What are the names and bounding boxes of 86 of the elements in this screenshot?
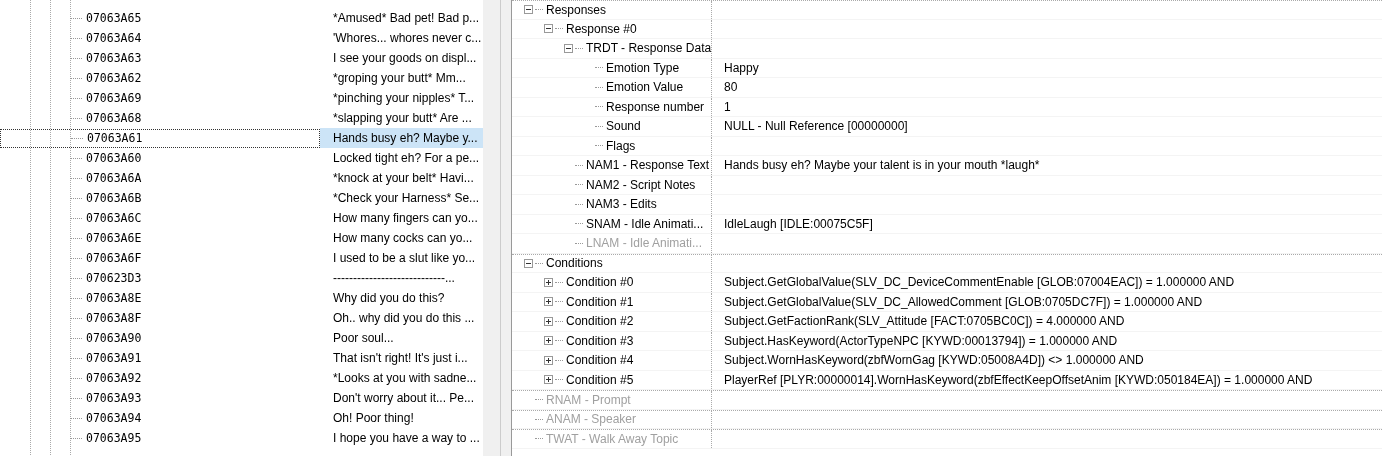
response-text-cell[interactable]: *pinching your nipples* T... — [320, 88, 483, 108]
field-label[interactable]: Response #0 — [566, 21, 637, 36]
field-label[interactable]: Sound — [606, 119, 641, 134]
field-value: Subject.GetFactionRank(SLV_Attitude [FACT:0705BC0C]) = 4.000000 AND — [724, 314, 1125, 329]
record-id-cell[interactable]: 07063A62 — [0, 68, 320, 88]
response-text-cell[interactable]: Oh! Poor thing! — [320, 408, 483, 428]
record-id-cell[interactable]: 07063A6B — [0, 188, 320, 208]
field-label[interactable]: NAM3 - Edits — [586, 197, 657, 212]
record-id-cell[interactable]: 07063A6E — [0, 228, 320, 248]
scrollbar[interactable] — [483, 0, 500, 456]
field-value: Subject.GetGlobalValue(SLV_DC_DeviceCommentEnable [GLOB:07004EAC]) = 1.000000 AND — [724, 275, 1235, 290]
response-text-cell[interactable]: Hands busy eh? Maybe y... — [320, 128, 483, 148]
field-value: 1 — [724, 99, 731, 114]
record-id-cell[interactable]: 07063A65 — [0, 8, 320, 28]
record-id-cell[interactable]: 07063A61 — [0, 128, 320, 148]
response-text-cell[interactable]: Don't worry about it... Pe... — [320, 388, 483, 408]
response-text-cell[interactable]: *Looks at you with sadne... — [320, 368, 483, 388]
response-text-cell[interactable]: Locked tight eh? For a pe... — [320, 148, 483, 168]
field-value: Subject.HasKeyword(ActorTypeNPC [KYWD:00013794]) = 1.000000 AND — [724, 333, 1118, 348]
record-id-cell[interactable]: 07063A6F — [0, 248, 320, 268]
response-text-cell[interactable]: That isn't right! It's just i... — [320, 348, 483, 368]
field-label[interactable]: Response number — [606, 99, 705, 114]
field-label[interactable]: SNAM - Idle Animati... — [586, 216, 704, 231]
expand-icon[interactable] — [544, 297, 553, 307]
collapse-icon[interactable] — [524, 258, 533, 268]
field-label[interactable]: Condition #4 — [566, 353, 634, 368]
field-value: Subject.WornHasKeyword(zbfWornGag [KYWD:05008A4D]) <> 1.000000 AND — [724, 353, 1144, 368]
response-text-cell[interactable]: How many cocks can yo... — [320, 228, 483, 248]
record-id-cell[interactable]: 07063A60 — [0, 148, 320, 168]
field-value: PlayerRef [PLYR:00000014].WornHasKeyword(zbfEffectKeepOffsetAnim [KYWD:050184EA]) = 1.000000 AND — [724, 372, 1313, 387]
field-label[interactable]: Condition #5 — [566, 372, 634, 387]
field-label[interactable]: Condition #3 — [566, 333, 634, 348]
record-id-cell[interactable]: 07063A8F — [0, 308, 320, 328]
field-value: Subject.GetGlobalValue(SLV_DC_AllowedComment [GLOB:0705DC7F]) = 1.000000 AND — [724, 294, 1203, 309]
record-id-cell[interactable]: 07063A93 — [0, 388, 320, 408]
record-id-cell[interactable]: 07063A64 — [0, 28, 320, 48]
response-text-cell[interactable]: How many fingers can yo... — [320, 208, 483, 228]
field-value: Hands busy eh? Maybe your talent is in your mouth *laugh* — [724, 158, 1040, 173]
response-text-cell[interactable]: I used to be a slut like yo... — [320, 248, 483, 268]
record-id-cell[interactable]: 07063A91 — [0, 348, 320, 368]
response-text-cell[interactable]: Why did you do this? — [320, 288, 483, 308]
record-id-cell[interactable]: 07063A8E — [0, 288, 320, 308]
expand-icon[interactable] — [544, 355, 553, 365]
field-label[interactable]: Condition #1 — [566, 294, 634, 309]
response-text-cell[interactable]: I see your goods on displ... — [320, 48, 483, 68]
record-id-cell[interactable]: 070623D3 — [0, 268, 320, 288]
field-label[interactable]: NAM2 - Script Notes — [586, 177, 696, 192]
field-label[interactable]: Flags — [606, 138, 636, 153]
record-id-cell[interactable]: 07063A63 — [0, 48, 320, 68]
field-label[interactable]: TRDT - Response Data — [586, 41, 711, 56]
response-text-cell[interactable]: 'Whores... whores never c... — [320, 28, 483, 48]
record-id-cell[interactable]: 07063A68 — [0, 108, 320, 128]
field-value: IdleLaugh [IDLE:00075C5F] — [724, 216, 873, 231]
response-text-cell[interactable]: *knock at your belt* Havi... — [320, 168, 483, 188]
response-text-cell[interactable]: ----------------------------... — [320, 268, 483, 288]
field-label[interactable]: Responses — [546, 2, 607, 17]
collapse-icon[interactable] — [564, 43, 573, 53]
response-text-cell[interactable]: Oh.. why did you do this ... — [320, 308, 483, 328]
collapse-icon[interactable] — [524, 5, 533, 15]
record-id-cell[interactable]: 07063A6A — [0, 168, 320, 188]
record-id-cell[interactable]: 07063A94 — [0, 408, 320, 428]
response-text-cell[interactable]: *slapping your butt* Are ... — [320, 108, 483, 128]
expand-icon[interactable] — [544, 277, 553, 287]
collapse-icon[interactable] — [544, 24, 553, 34]
field-label[interactable]: Condition #0 — [566, 275, 634, 290]
record-id-cell[interactable]: 07063A90 — [0, 328, 320, 348]
expand-icon[interactable] — [544, 375, 553, 385]
expand-icon[interactable] — [544, 336, 553, 346]
expand-icon[interactable] — [544, 316, 553, 326]
record-id-cell[interactable]: 07063A69 — [0, 88, 320, 108]
response-text-cell[interactable]: *Amused* Bad pet! Bad p... — [320, 8, 483, 28]
field-label[interactable]: Conditions — [546, 256, 603, 271]
response-text-cell[interactable]: *groping your butt* Mm... — [320, 68, 483, 88]
field-label[interactable]: Emotion Type — [606, 60, 680, 75]
field-label[interactable]: NAM1 - Response Text — [586, 158, 710, 173]
field-value: Happy — [724, 60, 759, 75]
record-id-cell[interactable]: 07063A92 — [0, 368, 320, 388]
record-id-cell[interactable]: 07063A6C — [0, 208, 320, 228]
response-text-cell[interactable]: I hope you have a way to ... — [320, 428, 483, 448]
field-label[interactable]: Condition #2 — [566, 314, 634, 329]
record-id-cell[interactable]: 07063A95 — [0, 428, 320, 448]
field-value: NULL - Null Reference [00000000] — [724, 119, 908, 134]
response-text-cell[interactable]: Poor soul... — [320, 328, 483, 348]
field-value: 80 — [724, 80, 738, 95]
field-label[interactable]: Emotion Value — [606, 80, 684, 95]
response-text-cell[interactable]: *Check your Harness* Se... — [320, 188, 483, 208]
